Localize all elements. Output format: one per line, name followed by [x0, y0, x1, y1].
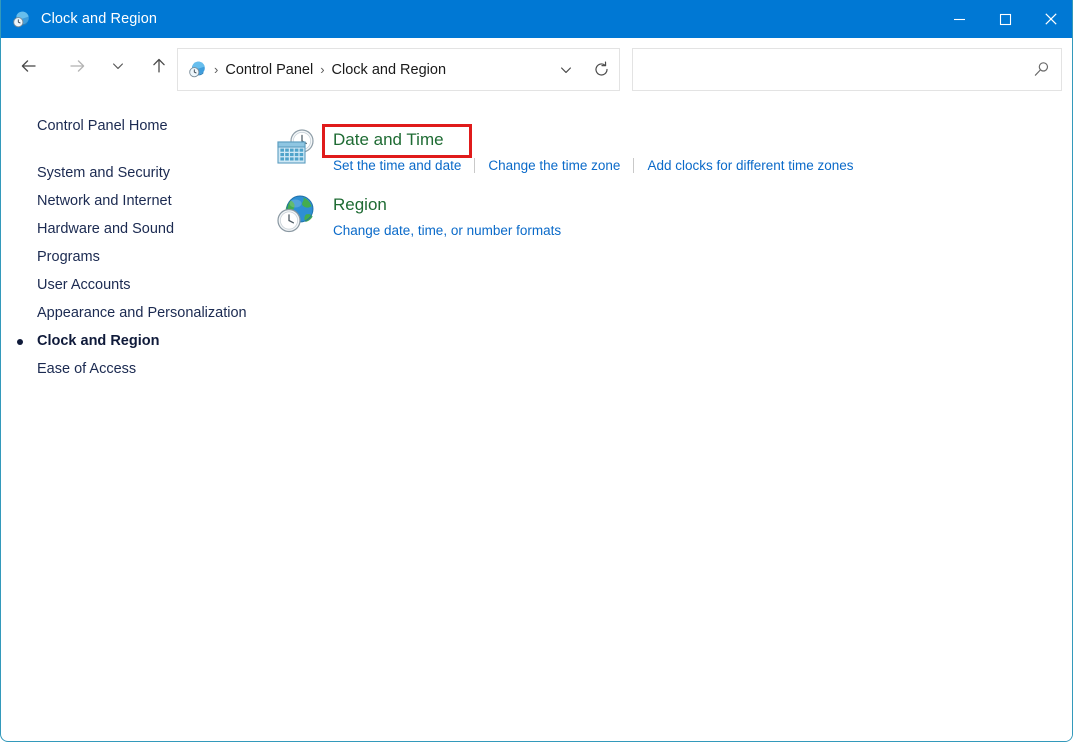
refresh-icon[interactable]: [583, 49, 619, 90]
sidebar-item-hardware-and-sound[interactable]: Hardware and Sound: [1, 215, 263, 243]
content-area: Date and Time Set the time and date Chan…: [263, 112, 1072, 741]
category-body: Region Change date, time, or number form…: [333, 192, 561, 240]
link-change-the-time-zone[interactable]: Change the time zone: [488, 156, 620, 175]
up-button[interactable]: [141, 49, 177, 83]
category-body: Date and Time Set the time and date Chan…: [333, 127, 854, 175]
breadcrumb-separator: ›: [320, 62, 325, 77]
region-link[interactable]: Region: [333, 193, 387, 216]
close-button[interactable]: [1028, 0, 1072, 38]
recent-locations-chevron-down-icon[interactable]: [105, 49, 131, 83]
category-title-row: Date and Time: [333, 128, 854, 151]
sidebar-item-ease-of-access[interactable]: Ease of Access: [1, 355, 263, 383]
sidebar-item-label: Hardware and Sound: [37, 221, 175, 237]
sidebar-item-appearance-and-personalization[interactable]: Appearance and Personalization: [1, 299, 263, 327]
sidebar-item-label: Network and Internet: [37, 193, 172, 209]
sidebar-item-clock-and-region[interactable]: Clock and Region: [1, 327, 263, 355]
date-and-time-link[interactable]: Date and Time: [333, 128, 444, 151]
sidebar-category-list: System and Security Network and Internet…: [1, 159, 263, 383]
search-input[interactable]: [633, 49, 1021, 90]
globe-clock-icon: [273, 192, 317, 236]
category-links: Change date, time, or number formats: [333, 221, 561, 240]
clock-globe-icon: [12, 10, 31, 29]
sidebar-item-label: Ease of Access: [37, 361, 137, 377]
sidebar-item-programs[interactable]: Programs: [1, 243, 263, 271]
category-region: Region Change date, time, or number form…: [263, 192, 1072, 240]
forward-button[interactable]: [59, 49, 95, 83]
breadcrumb-separator: ›: [214, 62, 219, 77]
clock-globe-icon: [188, 60, 207, 79]
back-button[interactable]: [11, 49, 47, 83]
breadcrumb-clock-and-region[interactable]: Clock and Region: [332, 62, 446, 78]
sidebar-item-label: Clock and Region: [37, 333, 160, 349]
sidebar-item-network-and-internet[interactable]: Network and Internet: [1, 187, 263, 215]
sidebar-item-label: Control Panel Home: [37, 118, 168, 134]
category-title-row: Region: [333, 193, 561, 216]
sidebar-item-label: Programs: [37, 249, 100, 265]
category-date-and-time: Date and Time Set the time and date Chan…: [263, 127, 1072, 175]
control-panel-window: Clock and Region › Control Panel › Clock…: [0, 0, 1073, 742]
sidebar-item-label: Appearance and Personalization: [37, 305, 247, 321]
sidebar-item-system-and-security[interactable]: System and Security: [1, 159, 263, 187]
link-add-clocks-for-different-time-zones[interactable]: Add clocks for different time zones: [647, 156, 853, 175]
window-title: Clock and Region: [41, 11, 158, 27]
category-links: Set the time and date Change the time zo…: [333, 156, 854, 175]
sidebar-item-control-panel-home[interactable]: Control Panel Home: [1, 112, 263, 140]
address-bar[interactable]: › Control Panel › Clock and Region: [177, 48, 620, 91]
address-chevron-down-icon[interactable]: [549, 49, 583, 90]
maximize-button[interactable]: [982, 0, 1028, 38]
breadcrumb-control-panel[interactable]: Control Panel: [225, 62, 313, 78]
search-box[interactable]: [632, 48, 1062, 91]
sidebar-item-label: System and Security: [37, 165, 170, 181]
link-separator: [633, 158, 635, 173]
sidebar-item-label: User Accounts: [37, 277, 131, 293]
link-change-date-time-or-number-formats[interactable]: Change date, time, or number formats: [333, 221, 561, 240]
window-controls: [936, 0, 1072, 38]
calendar-clock-icon: [273, 127, 317, 171]
sidebar: Control Panel Home System and Security N…: [1, 112, 263, 383]
selected-bullet-icon: [17, 339, 23, 345]
title-bar: Clock and Region: [1, 0, 1072, 38]
link-set-the-time-and-date[interactable]: Set the time and date: [333, 156, 461, 175]
minimize-button[interactable]: [936, 0, 982, 38]
search-icon[interactable]: [1021, 49, 1061, 90]
link-separator: [474, 158, 476, 173]
sidebar-item-user-accounts[interactable]: User Accounts: [1, 271, 263, 299]
